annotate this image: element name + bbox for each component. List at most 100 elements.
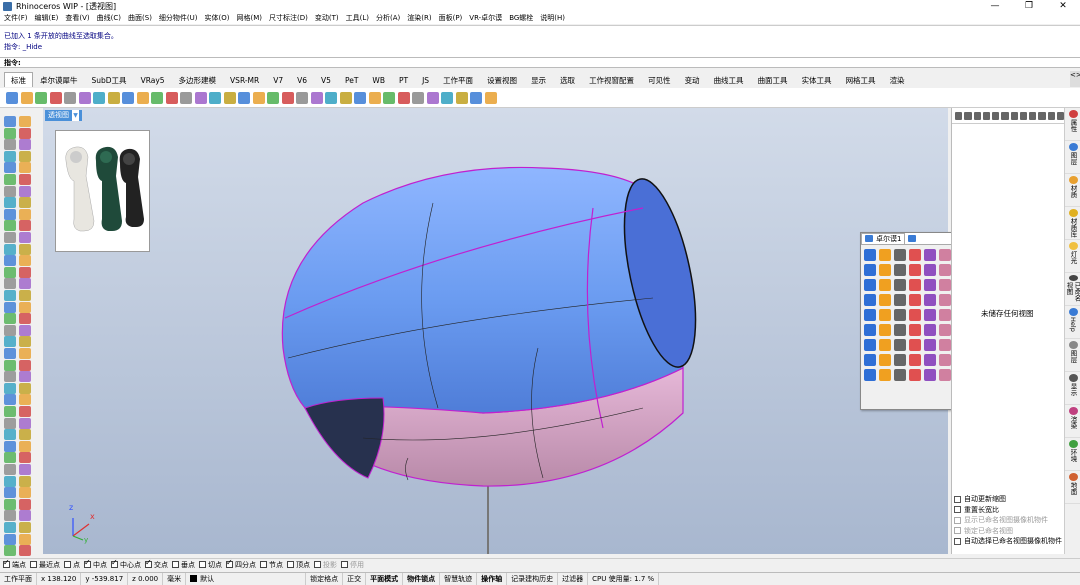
tool-icon[interactable] — [4, 255, 16, 267]
menu-item[interactable]: 尺寸标注(D) — [269, 13, 308, 23]
osnap-option[interactable]: 顶点 — [287, 560, 310, 570]
tool-icon[interactable] — [4, 533, 16, 545]
menu-item[interactable]: 文件(F) — [4, 13, 28, 23]
toolbar-tab[interactable]: V5 — [314, 72, 338, 87]
toolbar-icon[interactable] — [49, 91, 62, 104]
toolbar-icon[interactable] — [78, 91, 91, 104]
tool-icon[interactable] — [4, 348, 16, 359]
checkbox[interactable] — [954, 537, 961, 545]
status-layer[interactable]: 默认 — [186, 572, 307, 585]
tool-icon[interactable] — [19, 278, 31, 290]
menu-item[interactable]: 工具(L) — [346, 13, 369, 23]
tool-icon[interactable] — [879, 354, 891, 366]
named-view-tool-icon[interactable] — [1056, 111, 1064, 120]
named-view-tool-icon[interactable] — [1001, 111, 1009, 120]
status-unit[interactable]: 毫米 — [163, 572, 187, 585]
tool-icon[interactable] — [19, 452, 31, 464]
toolbar-icon[interactable] — [354, 91, 366, 104]
named-view-tool-icon[interactable] — [1047, 111, 1055, 120]
tool-icon[interactable] — [909, 294, 921, 306]
status-toggle[interactable]: 操作轴 — [477, 572, 508, 585]
osnap-checkbox[interactable] — [64, 561, 71, 568]
tool-icon[interactable] — [19, 324, 31, 336]
tool-icon[interactable] — [4, 359, 16, 371]
toolbar-tab[interactable]: PT — [392, 72, 415, 87]
osnap-option[interactable]: 中心点 — [111, 558, 141, 570]
tool-icon[interactable] — [4, 394, 16, 406]
tool-icon[interactable] — [4, 220, 16, 232]
osnap-checkbox[interactable] — [287, 561, 294, 568]
tool-icon[interactable] — [924, 309, 936, 321]
toolbar-icon[interactable] — [194, 91, 207, 104]
tool-icon[interactable] — [4, 371, 16, 383]
tool-icon[interactable] — [19, 417, 31, 429]
menu-item[interactable]: 编辑(E) — [35, 13, 59, 23]
toolbar-icon[interactable] — [238, 91, 250, 104]
toolbar-icon[interactable] — [180, 91, 192, 104]
checkbox[interactable] — [954, 506, 961, 514]
status-toggle[interactable]: 过滤器 — [558, 572, 589, 585]
menu-item[interactable]: 变动(T) — [315, 13, 339, 23]
tool-icon[interactable] — [19, 185, 31, 197]
tool-icon[interactable] — [4, 127, 16, 139]
tool-icon[interactable] — [879, 339, 891, 351]
named-view-tool-icon[interactable] — [992, 111, 1000, 120]
toolbar-tab[interactable]: 工作平面 — [436, 72, 480, 87]
menu-item[interactable]: 曲线(C) — [97, 13, 121, 23]
osnap-option[interactable]: 交点 — [145, 558, 168, 570]
status-toggle[interactable]: 平面模式 — [366, 572, 404, 585]
osnap-option[interactable]: 最近点 — [30, 560, 60, 570]
tool-icon[interactable] — [19, 174, 31, 185]
tool-icon[interactable] — [924, 249, 936, 261]
tool-icon[interactable] — [879, 369, 891, 381]
tool-icon[interactable] — [924, 369, 936, 381]
toolbar-icon[interactable] — [441, 91, 453, 104]
toolbar-tab[interactable]: V6 — [290, 72, 314, 87]
named-view-tool-icon[interactable] — [973, 111, 981, 120]
tab-scroll-button[interactable]: <> — [1070, 71, 1080, 87]
maximize-button[interactable]: ❐ — [1012, 0, 1046, 12]
named-view-tool-icon[interactable] — [955, 111, 963, 120]
toolbar-icon[interactable] — [20, 91, 33, 104]
toolbar-tab[interactable]: 网格工具 — [839, 72, 883, 87]
tool-icon[interactable] — [4, 498, 16, 510]
named-view-option[interactable]: 自动更新缩图 — [954, 494, 1065, 505]
toolbar-icon[interactable] — [209, 91, 221, 104]
tool-icon[interactable] — [4, 452, 16, 464]
toolbar-icon[interactable] — [64, 91, 76, 104]
toolbar-tab[interactable]: 卓尔谟犀牛 — [33, 72, 85, 87]
toolbar-tab[interactable]: 多边形建模 — [172, 72, 224, 87]
osnap-checkbox[interactable] — [260, 561, 267, 568]
tool-icon[interactable] — [924, 279, 936, 291]
tool-icon[interactable] — [4, 266, 16, 278]
toolbar-icon[interactable] — [470, 91, 482, 104]
status-toggle[interactable]: 正交 — [343, 572, 367, 585]
tool-icon[interactable] — [4, 464, 16, 475]
tool-icon[interactable] — [4, 232, 16, 243]
tool-icon[interactable] — [939, 249, 951, 261]
toolbar-icon[interactable] — [223, 91, 236, 104]
tool-icon[interactable] — [19, 336, 31, 348]
toolbar-tab[interactable]: 渲染 — [883, 72, 912, 87]
toolbar-tab[interactable]: JS — [415, 72, 436, 87]
tool-icon[interactable] — [19, 290, 31, 301]
toolbar-tab[interactable]: 实体工具 — [795, 72, 839, 87]
tool-icon[interactable] — [894, 249, 906, 261]
osnap-option[interactable]: 垂点 — [172, 560, 195, 570]
command-line-input[interactable]: 指令: — [0, 57, 1080, 68]
toolbar-icon[interactable] — [6, 91, 18, 104]
right-panel-tab[interactable]: 地面 — [1065, 471, 1080, 504]
tool-icon[interactable] — [939, 324, 951, 336]
toolbar-tab[interactable]: 变动 — [678, 72, 707, 87]
menu-item[interactable]: 面板(P) — [439, 13, 463, 23]
toolbar-tab[interactable]: 显示 — [524, 72, 553, 87]
named-view-option[interactable]: 自动选择已命名视图摄像机物件 — [954, 536, 1065, 547]
toolbar-icon[interactable] — [412, 91, 424, 104]
toolbar-icon[interactable] — [267, 91, 279, 104]
tool-icon[interactable] — [4, 440, 16, 452]
close-button[interactable]: ✕ — [1046, 0, 1080, 12]
toolbar-tab[interactable]: V7 — [266, 72, 290, 87]
status-cplane[interactable]: 工作平面 — [0, 572, 37, 585]
right-panel-tab[interactable]: 显示 — [1065, 372, 1080, 405]
toolbar-tab[interactable]: 曲线工具 — [707, 72, 751, 87]
